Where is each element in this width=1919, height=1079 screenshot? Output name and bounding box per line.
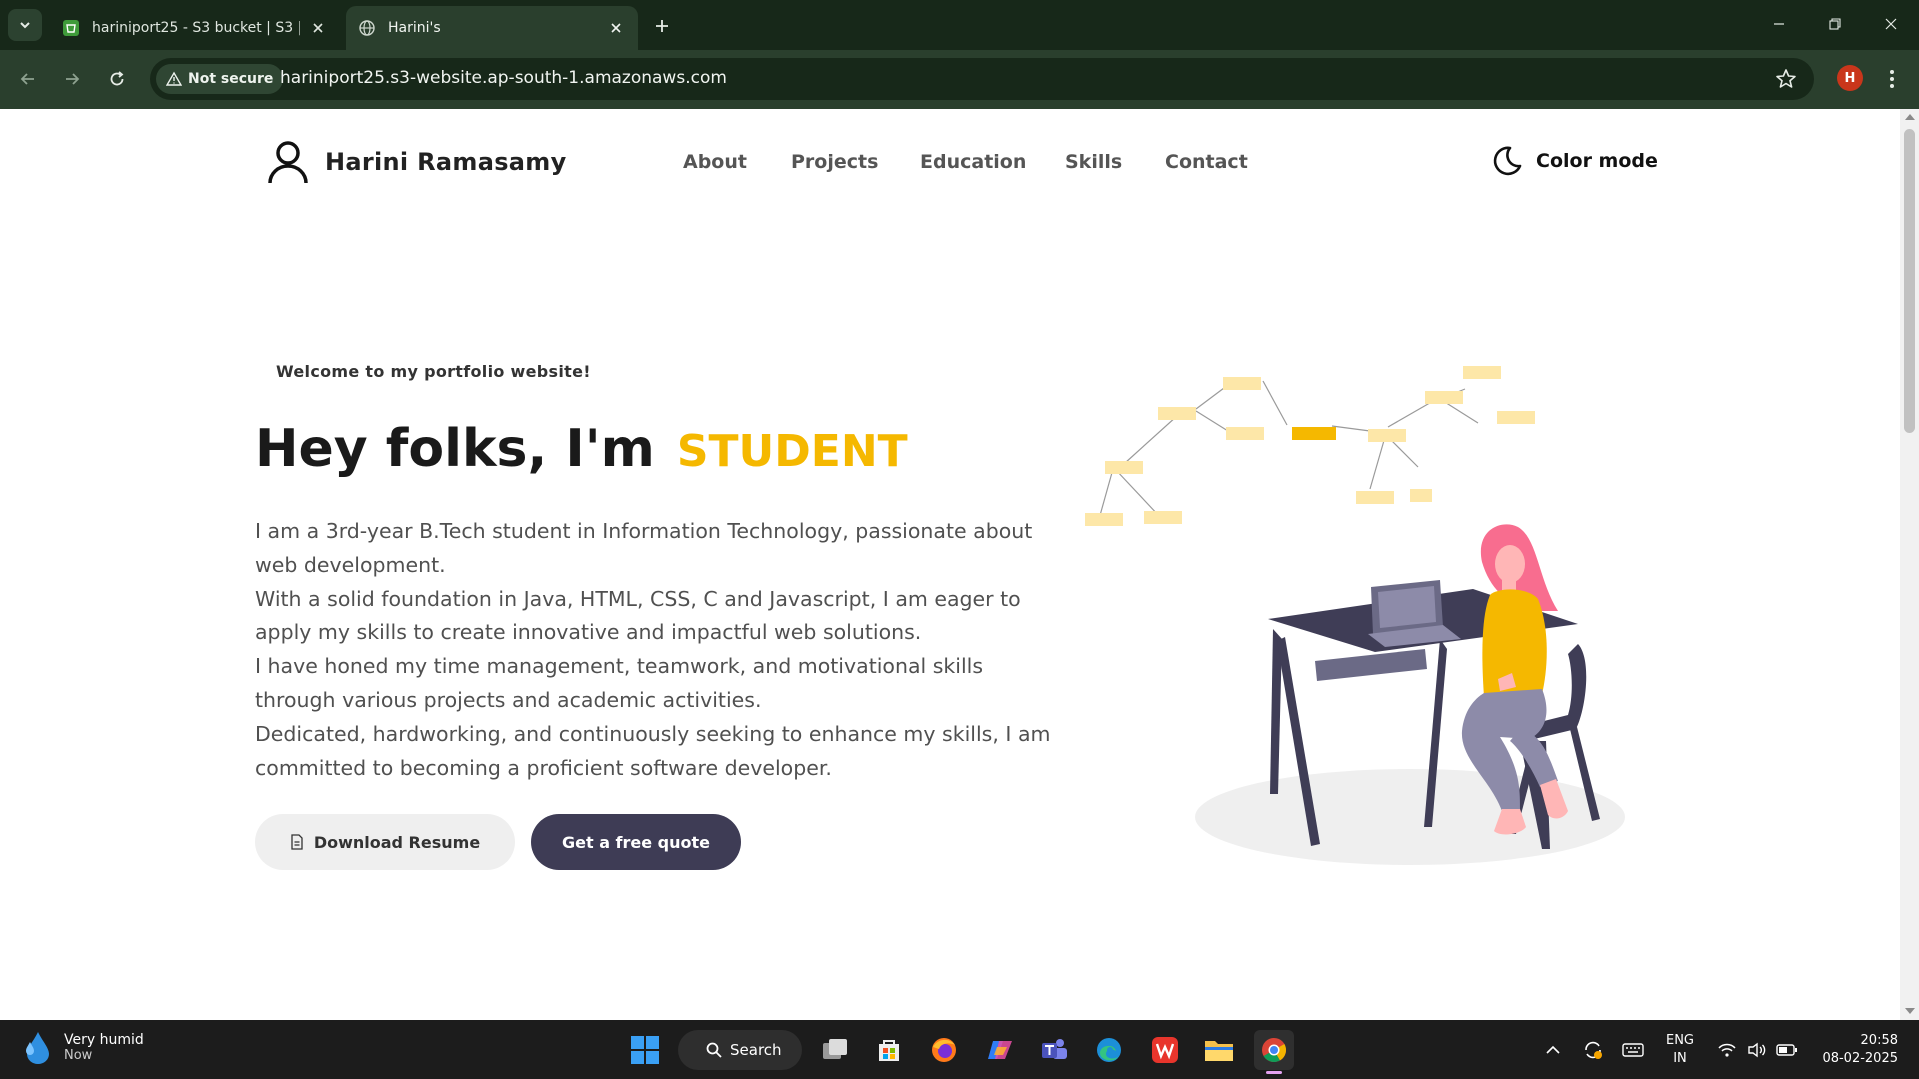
battery-icon[interactable] [1774, 1020, 1800, 1079]
download-resume-label: Download Resume [313, 832, 481, 852]
search-icon [706, 1042, 722, 1058]
intro-description: I am a 3rd-year B.Tech student in Inform… [255, 515, 1055, 785]
url-text[interactable]: hariniport25.s3-website.ap-south-1.amazo… [280, 68, 727, 88]
tab-search-button[interactable] [8, 9, 42, 41]
new-tab-button[interactable] [648, 12, 676, 40]
color-mode-label: Color mode [1536, 150, 1658, 172]
tab-s3-bucket[interactable]: hariniport25 - S3 bucket | S3 | a [50, 6, 340, 50]
aws-s3-icon [62, 19, 80, 37]
moon-icon [1493, 146, 1522, 176]
security-chip[interactable]: Not secure [156, 64, 284, 94]
volume-icon[interactable] [1744, 1020, 1770, 1079]
hero-heading: Hey folks, I'm STUDENT [255, 419, 908, 479]
chevron-down-icon [20, 22, 30, 29]
document-icon [291, 834, 303, 850]
keyboard-icon[interactable] [1618, 1020, 1648, 1079]
restore-icon [1829, 18, 1841, 30]
close-icon[interactable] [308, 18, 328, 38]
forward-button[interactable] [56, 63, 88, 95]
wifi-icon[interactable] [1714, 1020, 1740, 1079]
bookmark-star-icon[interactable] [1774, 67, 1798, 91]
weather-widget[interactable]: Very humid Now [22, 1030, 144, 1064]
brand-name: Harini Ramasamy [325, 148, 567, 176]
language-code: ENG [1665, 1032, 1694, 1048]
weather-condition: Very humid [64, 1031, 144, 1048]
nav-education[interactable]: Education [920, 151, 1026, 173]
scroll-down-arrow[interactable] [1905, 1008, 1915, 1014]
language-region: IN [1673, 1050, 1687, 1066]
minimize-button[interactable] [1751, 0, 1807, 48]
nav-skills[interactable]: Skills [1065, 151, 1122, 173]
security-chip-label: Not secure [188, 71, 274, 87]
chrome-icon[interactable] [1254, 1030, 1294, 1074]
nav-contact[interactable]: Contact [1165, 151, 1248, 173]
hero-role: STUDENT [676, 426, 908, 477]
close-icon[interactable] [606, 18, 626, 38]
free-quote-label: Get a free quote [561, 832, 711, 852]
reload-button[interactable] [101, 63, 133, 95]
hero-prefix: Hey folks, I'm [255, 419, 655, 479]
reload-icon [110, 71, 124, 86]
arrow-left-icon [20, 73, 34, 85]
description-paragraph: I am a 3rd-year B.Tech student in Inform… [255, 519, 1033, 577]
free-quote-button[interactable]: Get a free quote [531, 814, 741, 870]
page-scrollbar[interactable] [1900, 109, 1919, 1020]
task-view-icon[interactable] [815, 1030, 855, 1070]
firefox-icon[interactable] [924, 1030, 964, 1070]
download-resume-button[interactable]: Download Resume [255, 814, 515, 870]
description-paragraph: Dedicated, hardworking, and continuously… [255, 721, 1051, 780]
taskbar-search[interactable]: Search [678, 1030, 802, 1070]
weather-time: Now [64, 1047, 93, 1063]
scroll-up-arrow[interactable] [1905, 114, 1915, 120]
chevron-up-icon [1546, 1045, 1560, 1054]
clock-date: 08-02-2025 [1822, 1051, 1898, 1066]
warning-icon [166, 71, 182, 86]
windows-taskbar: Very humid Now Search ENG IN 20:58 08-02… [0, 1020, 1919, 1079]
arrow-right-icon [66, 73, 80, 85]
browser-toolbar: Not secure hariniport25.s3-website.ap-so… [0, 50, 1919, 109]
copilot-icon[interactable] [980, 1030, 1020, 1070]
hero-illustration [1085, 366, 1625, 865]
address-bar[interactable]: Not secure hariniport25.s3-website.ap-so… [150, 58, 1814, 100]
sync-icon[interactable] [1578, 1020, 1608, 1079]
system-clock[interactable]: 20:58 08-02-2025 [1810, 1032, 1898, 1068]
more-vert-icon [1890, 70, 1894, 88]
clock-time: 20:58 [1860, 1033, 1898, 1048]
teams-icon[interactable] [1034, 1030, 1074, 1070]
description-paragraph: I have honed my time management, teamwor… [255, 654, 984, 712]
nav-projects[interactable]: Projects [791, 151, 878, 173]
close-icon [1885, 18, 1897, 30]
welcome-text: Welcome to my portfolio website! [276, 362, 591, 381]
more-menu-button[interactable] [1880, 63, 1904, 95]
start-button[interactable] [625, 1030, 665, 1070]
windows-logo-icon [631, 1036, 659, 1064]
color-mode-toggle[interactable]: Color mode [1490, 144, 1658, 178]
edge-icon[interactable] [1089, 1030, 1129, 1070]
active-app-indicator [1266, 1071, 1282, 1074]
file-explorer-icon[interactable] [1199, 1030, 1239, 1070]
browser-tab-strip: hariniport25 - S3 bucket | S3 | a Harini… [0, 0, 1919, 50]
page-viewport: Harini Ramasamy About Projects Education… [0, 109, 1900, 1020]
scroll-thumb[interactable] [1904, 129, 1915, 433]
input-language[interactable]: ENG IN [1660, 1020, 1700, 1079]
globe-icon [358, 19, 376, 37]
nav-about[interactable]: About [683, 151, 747, 173]
back-button[interactable] [12, 63, 44, 95]
description-paragraph: With a solid foundation in Java, HTML, C… [255, 586, 1021, 645]
tab-title: hariniport25 - S3 bucket | S3 | a [92, 20, 300, 36]
restore-button[interactable] [1807, 0, 1863, 48]
plus-icon [656, 20, 668, 32]
tab-title: Harini's [388, 20, 441, 36]
microsoft-store-icon[interactable] [869, 1030, 909, 1070]
tab-harinis[interactable]: Harini's [346, 6, 638, 50]
minimize-icon [1774, 23, 1784, 25]
water-drop-icon [26, 1032, 49, 1064]
show-hidden-icons[interactable] [1538, 1020, 1568, 1079]
user-icon [268, 141, 308, 184]
site-brand[interactable]: Harini Ramasamy [265, 139, 567, 185]
profile-avatar[interactable]: H [1837, 65, 1863, 91]
wps-office-icon[interactable] [1145, 1030, 1185, 1070]
taskbar-search-label: Search [730, 1041, 782, 1059]
close-window-button[interactable] [1863, 0, 1919, 48]
